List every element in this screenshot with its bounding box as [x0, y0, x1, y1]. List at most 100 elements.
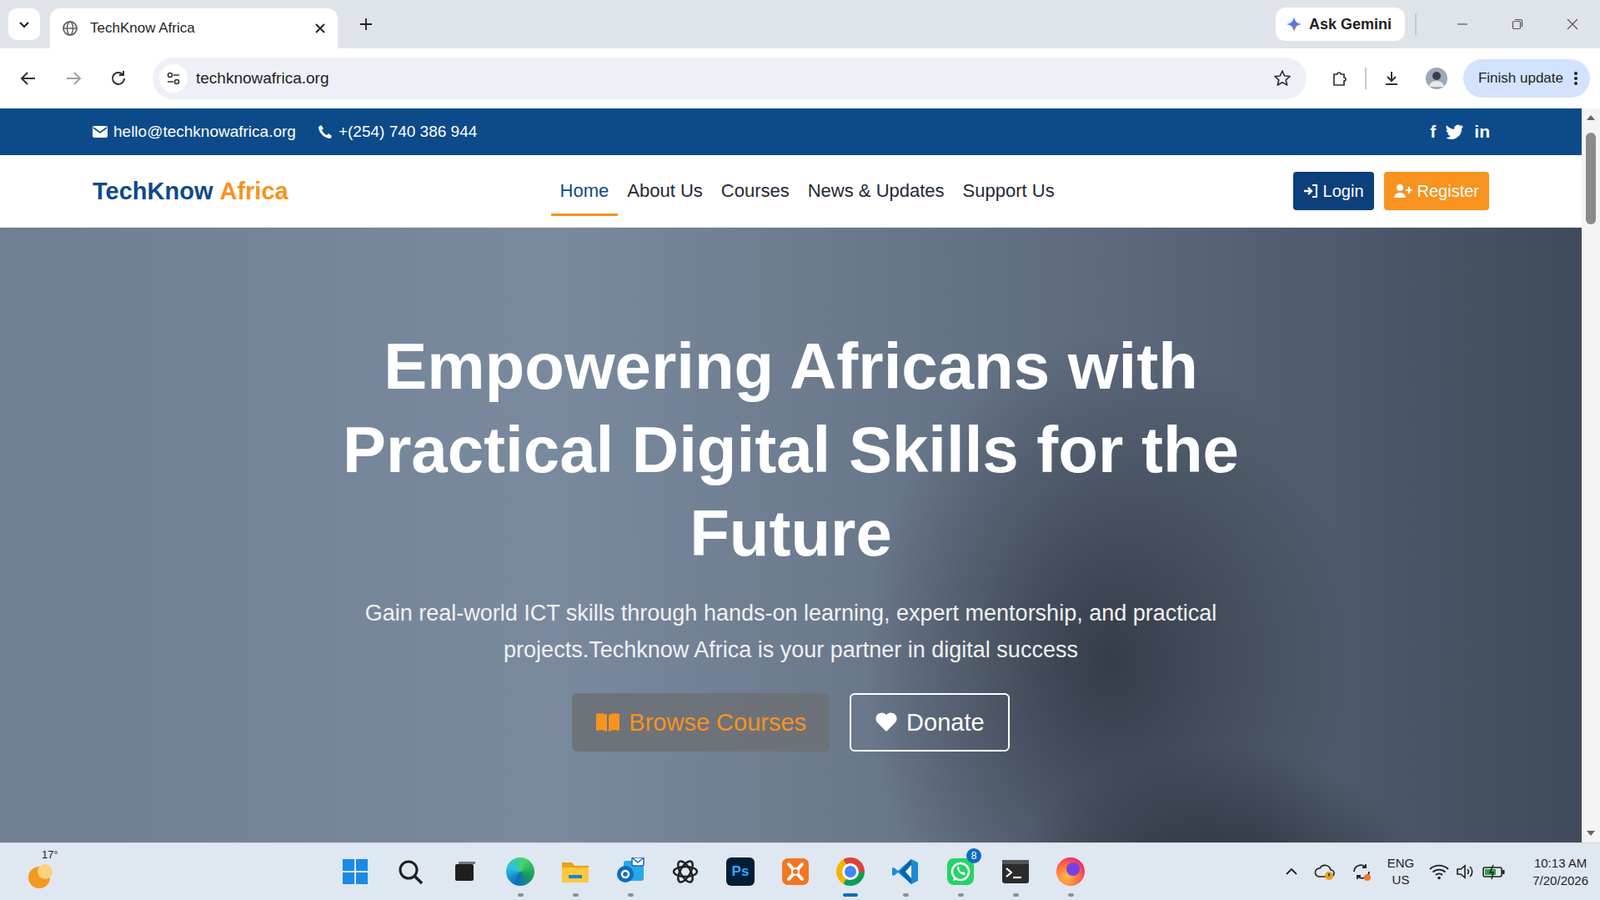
extensions-button[interactable] [1323, 61, 1357, 96]
social-link[interactable]: f [1429, 121, 1436, 142]
taskbar-app[interactable] [329, 845, 382, 898]
wifi-icon [1429, 862, 1450, 880]
taskbar: 17° Ps 8 ENGUS 10:13 AM7/20/2026 [0, 842, 1600, 900]
taskbar-app[interactable] [439, 845, 492, 898]
url-text: techknowafrica.org [195, 69, 1265, 88]
reload-icon [109, 69, 128, 88]
chevron-down-icon [17, 17, 31, 31]
contact-email[interactable]: hello@techknowafrica.org [92, 122, 296, 141]
running-indicator [572, 892, 579, 897]
contact-bar: hello@techknowafrica.org +(254) 740 386 9… [0, 108, 1582, 156]
contact-phone[interactable]: +(254) 740 386 944 [317, 122, 477, 141]
scroll-down-icon[interactable] [1585, 828, 1596, 838]
taskbar-app[interactable] [494, 845, 547, 898]
folder-icon [560, 857, 591, 885]
taskbar-app[interactable] [769, 845, 822, 898]
scrollbar[interactable] [1581, 108, 1600, 843]
tune-icon [165, 70, 182, 87]
taskbar-app[interactable] [879, 845, 932, 898]
running-indicator [902, 892, 909, 897]
taskbar-app[interactable] [1044, 845, 1097, 898]
back-button[interactable] [11, 61, 46, 96]
finish-update-button[interactable]: Finish update [1463, 59, 1590, 98]
language-code: ENG [1387, 854, 1415, 872]
taskbar-app[interactable] [549, 845, 602, 898]
kebab-icon [1573, 70, 1579, 87]
minimize-button[interactable] [1434, 0, 1490, 49]
arrow-right-icon [64, 69, 83, 88]
nav-item[interactable]: Courses [712, 166, 799, 216]
close-window-button[interactable] [1544, 0, 1600, 49]
sync-icon[interactable] [1350, 861, 1373, 882]
browse-courses-button[interactable]: Browse Courses [571, 692, 830, 752]
puzzle-icon [1330, 69, 1350, 88]
tab-search-button[interactable] [8, 8, 41, 41]
sparkle-icon [1285, 15, 1303, 33]
twitter-icon[interactable] [1445, 124, 1465, 140]
ask-gemini-button[interactable]: Ask Gemini [1275, 7, 1405, 41]
clock[interactable]: 10:13 AM7/20/2026 [1532, 853, 1589, 889]
chevron-up-icon[interactable] [1284, 863, 1300, 879]
taskbar-app[interactable] [384, 845, 437, 898]
hero-content: Empowering Africans with Practical Digit… [0, 227, 1582, 752]
running-indicator [842, 892, 858, 897]
address-bar[interactable]: techknowafrica.org [152, 57, 1307, 100]
firefox-icon [1056, 857, 1085, 886]
quick-settings[interactable] [1429, 862, 1506, 880]
downloads-button[interactable] [1374, 61, 1409, 96]
site-logo[interactable]: TechKnowAfrica [92, 177, 289, 206]
gemini-label: Ask Gemini [1309, 15, 1392, 34]
nav-item[interactable]: Support Us [953, 166, 1064, 216]
onedrive-warning-icon[interactable] [1314, 861, 1336, 882]
scroll-thumb[interactable] [1585, 132, 1596, 225]
taskbar-app[interactable] [989, 845, 1042, 898]
donate-button[interactable]: Donate [849, 692, 1010, 752]
email-text: hello@techknowafrica.org [113, 122, 296, 141]
input-language[interactable]: ENGUS [1387, 854, 1415, 888]
hero-subtitle: Gain real-world ICT skills through hands… [303, 594, 1279, 668]
social-link[interactable]: in [1474, 121, 1490, 142]
tab-strip: TechKnow Africa Ask Gemini [0, 0, 1600, 49]
new-tab-button[interactable] [351, 9, 382, 40]
divider [1364, 67, 1367, 90]
taskbar-app[interactable] [604, 845, 657, 898]
user-plus-icon [1394, 183, 1413, 199]
taskbar-app[interactable]: Ps [714, 845, 767, 898]
restore-button[interactable] [1489, 0, 1545, 49]
taskbar-app[interactable] [824, 845, 877, 898]
update-label: Finish update [1478, 70, 1564, 87]
forward-button[interactable] [56, 61, 91, 96]
reload-button[interactable] [101, 61, 136, 96]
register-button[interactable]: Register [1384, 171, 1490, 211]
windows-start-icon [341, 857, 370, 886]
taskbar-app[interactable] [659, 845, 712, 898]
logo-second: Africa [219, 177, 288, 205]
register-label: Register [1417, 181, 1480, 201]
donate-label: Donate [906, 708, 985, 737]
browser-tab[interactable]: TechKnow Africa [50, 8, 338, 49]
nav-item[interactable]: Home [551, 166, 619, 216]
edge-icon [506, 857, 535, 886]
star-icon[interactable] [1273, 69, 1292, 88]
close-icon[interactable] [314, 22, 327, 35]
tab-title: TechKnow Africa [90, 20, 303, 37]
running-indicator [1068, 892, 1074, 897]
weather-moon-icon [25, 861, 54, 890]
sign-in-icon [1303, 183, 1319, 199]
scroll-track [1581, 125, 1600, 826]
profile-avatar[interactable] [1419, 61, 1454, 96]
close-icon [1565, 17, 1580, 31]
restore-icon [1510, 17, 1525, 31]
taskbar-app[interactable]: 8 [934, 845, 987, 898]
login-button[interactable]: Login [1293, 171, 1375, 211]
logo-first: TechKnow [92, 177, 213, 205]
globe-icon [61, 20, 79, 37]
browse-courses-label: Browse Courses [628, 708, 807, 737]
nav-item[interactable]: News & Updates [798, 166, 954, 216]
site-navbar: TechKnowAfrica HomeAbout UsCoursesNews & … [0, 155, 1582, 228]
task-view-icon [452, 858, 478, 884]
weather-widget[interactable]: 17° [0, 852, 330, 890]
site-settings-button[interactable] [159, 64, 188, 93]
nav-item[interactable]: About Us [617, 166, 713, 216]
scroll-up-icon[interactable] [1585, 113, 1596, 122]
